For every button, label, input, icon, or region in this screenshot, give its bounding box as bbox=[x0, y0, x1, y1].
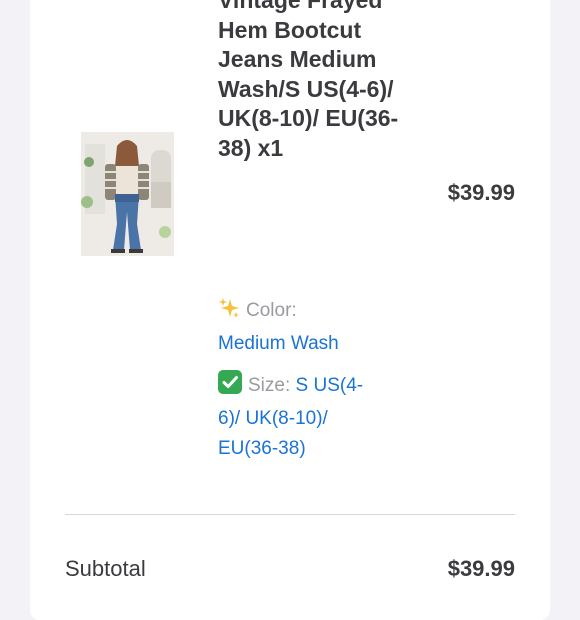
size-label: Size: bbox=[248, 375, 291, 396]
color-value[interactable]: Medium Wash bbox=[218, 333, 339, 354]
color-label: Color: bbox=[246, 300, 297, 321]
check-mark-button-icon bbox=[218, 370, 242, 404]
color-attribute: Color: Medium Wash bbox=[218, 296, 378, 359]
product-thumbnail[interactable] bbox=[81, 132, 174, 256]
product-photo-jeans-outfit bbox=[81, 132, 174, 256]
size-attribute: Size: S US(4-6)/ UK(8-10)/ EU(36-38) bbox=[218, 370, 378, 464]
section-divider bbox=[65, 514, 515, 515]
subtotal-label: Subtotal bbox=[65, 556, 146, 581]
sparkles-icon bbox=[218, 297, 240, 329]
product-title: Vintage Frayed Hem Bootcut Jeans Medium … bbox=[218, 0, 399, 161]
item-price: $39.99 bbox=[447, 180, 515, 205]
subtotal-value: $39.99 bbox=[447, 556, 515, 581]
